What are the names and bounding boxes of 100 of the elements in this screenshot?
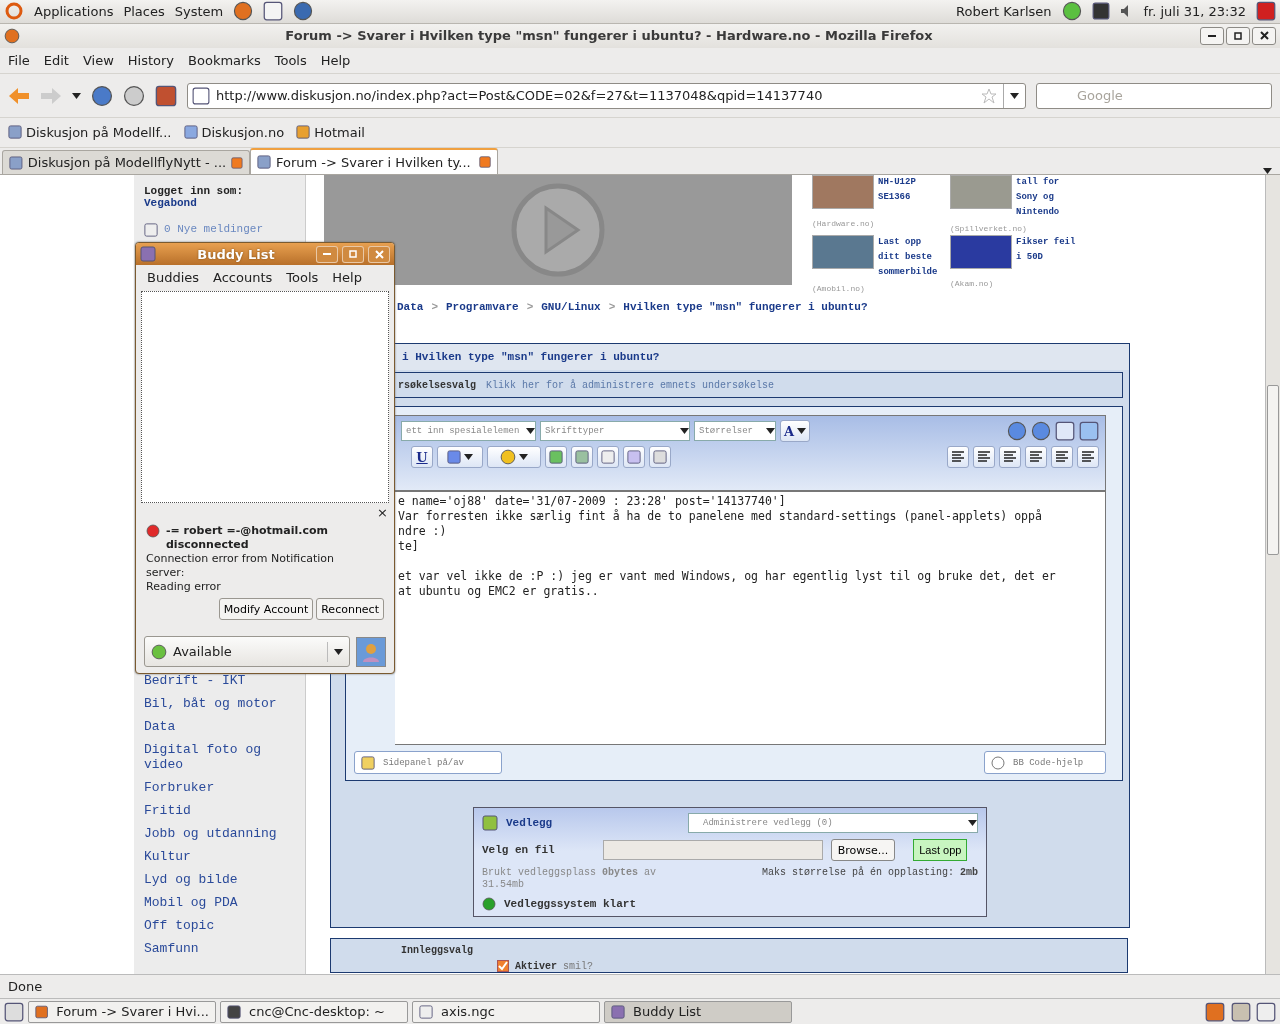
menu-item[interactable]: Tools: [274, 52, 307, 68]
account-button[interactable]: Reconnect: [316, 598, 384, 620]
menu-item[interactable]: Help: [320, 52, 351, 68]
message-textarea[interactable]: e name='oj88' date='31/07-2009 : 23:28' post='14137740'] Var forresten ikke særlig fint å ha de to panelene med standard-settings (panel-applets) oppå ndre :) te] et var vel ikke de :P :) jeg er vant med Windows, og har egentlig lyst til og bruke det, det er at ubuntu og EMC2 er gratis..: [395, 491, 1106, 746]
editor-select[interactable]: Størrelser: [694, 421, 776, 442]
menu-item[interactable]: Help: [332, 269, 362, 285]
upload-button[interactable]: Last opp: [913, 839, 968, 862]
search-field[interactable]: Google: [1036, 82, 1272, 109]
avatar-button[interactable]: [356, 636, 386, 667]
smilies-checkbox[interactable]: [497, 960, 509, 973]
breadcrumb-link[interactable]: Data: [397, 301, 424, 314]
news-thumbnail[interactable]: [812, 235, 874, 270]
category-link[interactable]: Off topic: [144, 918, 295, 934]
taskbar-button[interactable]: axis.ngc: [412, 1000, 600, 1023]
menu-item[interactable]: Bookmarks: [188, 52, 261, 68]
user-link[interactable]: Vegabond: [144, 197, 295, 210]
insert-link-button[interactable]: [545, 446, 567, 469]
category-link[interactable]: Data: [144, 719, 295, 735]
panel-menu[interactable]: Places: [123, 3, 165, 19]
taskbar-button[interactable]: cnc@Cnc-desktop: ~: [220, 1000, 408, 1023]
menu-item[interactable]: Edit: [43, 52, 69, 68]
category-link[interactable]: Fritid: [144, 803, 295, 819]
close-button[interactable]: [1252, 26, 1276, 45]
news-source: (Spillverket.no): [950, 224, 1028, 234]
url-field[interactable]: http://www.diskusjon.no/index.php?act=Post&CODE=02&f=27&t=1137048&qpid=14137740: [187, 82, 1026, 109]
category-link[interactable]: Lyd og bilde: [144, 872, 295, 888]
bbcode-help-button[interactable]: BB Code-hjelp: [984, 751, 1106, 775]
category-link[interactable]: Bil, båt og motor: [144, 696, 295, 712]
caret-icon: [519, 454, 528, 461]
news-thumbnail[interactable]: [950, 175, 1012, 210]
breadcrumb-link[interactable]: Programvare: [446, 301, 519, 314]
file-label: Velg en fil: [482, 844, 555, 857]
close-notice-button[interactable]: ×: [377, 505, 388, 520]
breadcrumb-link[interactable]: Hvilken type "msn" fungerer i ubuntu?: [623, 301, 868, 314]
numbered-list-button[interactable]: [1051, 446, 1073, 469]
insert-email-button[interactable]: [597, 446, 619, 469]
menu-item[interactable]: File: [8, 52, 30, 68]
category-link[interactable]: Digital foto og video: [144, 742, 295, 773]
bookmark[interactable]: Diskusjon.no: [183, 124, 285, 140]
category-link[interactable]: Kultur: [144, 849, 295, 865]
align-right-button[interactable]: [1025, 446, 1047, 469]
category-link[interactable]: Samfunn: [144, 941, 295, 957]
file-field[interactable]: [602, 840, 823, 861]
browser-tab[interactable]: Forum -> Svarer i Hvilken ty...: [250, 148, 498, 175]
buddy-window-title: Buddy List: [196, 246, 276, 262]
category-link[interactable]: Forbruker: [144, 780, 295, 796]
menu-item[interactable]: History: [127, 52, 175, 68]
news-link[interactable]: NH-U12P SE1366: [878, 175, 946, 215]
bookmark[interactable]: Diskusjon på Modellf...: [8, 124, 172, 140]
news-link[interactable]: tall for Sony og Nintendo: [1016, 175, 1084, 221]
breadcrumb-separator: >: [526, 301, 534, 314]
news-link[interactable]: Last opp ditt beste sommerbilde: [878, 235, 946, 281]
text-style-button[interactable]: [437, 446, 483, 469]
align-center-icon: [1003, 451, 1017, 464]
panel-menu[interactable]: System: [174, 3, 224, 19]
scrollbar[interactable]: [1265, 175, 1280, 975]
maximize-icon: [1234, 31, 1242, 40]
breadcrumb-link[interactable]: GNU/Linux: [541, 301, 601, 314]
taskbar-button[interactable]: Buddy List: [604, 1000, 792, 1023]
menu-item[interactable]: Accounts: [213, 269, 273, 285]
code-button[interactable]: [649, 446, 671, 469]
editor-select[interactable]: ett inn spesialelemen: [401, 421, 536, 442]
menu-item[interactable]: Buddies: [147, 269, 200, 285]
bullet-list-button[interactable]: [1077, 446, 1099, 469]
status-select[interactable]: Available: [144, 636, 350, 667]
clock[interactable]: fr. juli 31, 23:32: [1143, 3, 1246, 19]
category-link[interactable]: Bedrift - IKT: [144, 673, 295, 689]
insert-image-button[interactable]: [571, 446, 593, 469]
back-arrow-icon[interactable]: [8, 86, 30, 105]
menu-item[interactable]: View: [82, 52, 114, 68]
browse-button[interactable]: Browse...: [830, 839, 896, 862]
indent-button[interactable]: [947, 446, 969, 469]
manage-attachments-select[interactable]: Administrere vedlegg (0): [688, 813, 978, 834]
news-thumbnail[interactable]: [950, 235, 1012, 270]
emoticon-button[interactable]: [487, 446, 541, 469]
user-name[interactable]: Robert Karlsen: [956, 3, 1052, 19]
editor-select[interactable]: Skrifttyper: [540, 421, 690, 442]
align-left-button[interactable]: [973, 446, 995, 469]
bookmark[interactable]: Hotmail: [296, 124, 365, 140]
window-title: Forum -> Svarer i Hvilken type "msn" fungerer i ubuntu? - Hardware.no - Mozilla Firefox: [284, 28, 934, 44]
star-icon[interactable]: [981, 87, 997, 104]
category-link[interactable]: Jobb og utdanning: [144, 826, 295, 842]
news-thumbnail[interactable]: [812, 175, 874, 210]
quote-button[interactable]: [623, 446, 645, 469]
video-placeholder[interactable]: [324, 175, 792, 286]
sidepanel-toggle-button[interactable]: Sidepanel på/av: [354, 751, 502, 775]
underline-button[interactable]: U: [411, 446, 433, 469]
news-link[interactable]: Fikser feil i 50D: [1016, 235, 1084, 275]
status-text: Done: [8, 979, 43, 995]
category-link[interactable]: Mobil og PDA: [144, 895, 295, 911]
account-button[interactable]: Modify Account: [218, 598, 314, 620]
ubuntu-logo-icon[interactable]: [4, 1, 24, 22]
font-color-button[interactable]: A: [780, 420, 811, 443]
maximize-button[interactable]: [1226, 26, 1250, 45]
minimize-button[interactable]: [1200, 26, 1224, 45]
menu-item[interactable]: Tools: [286, 269, 319, 285]
panel-menu[interactable]: Applications: [34, 3, 114, 19]
taskbar-button[interactable]: Forum -> Svarer i Hvi...: [28, 1000, 216, 1023]
browser-tab[interactable]: Diskusjon på ModellflyNytt - ...: [2, 150, 250, 175]
align-center-button[interactable]: [999, 446, 1021, 469]
